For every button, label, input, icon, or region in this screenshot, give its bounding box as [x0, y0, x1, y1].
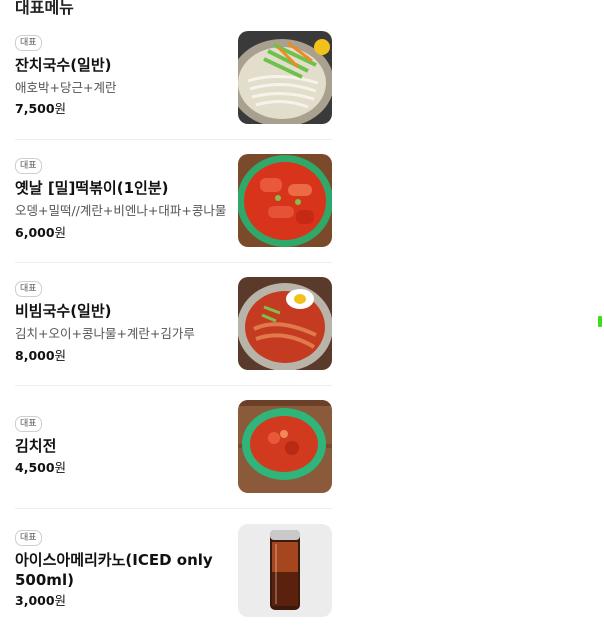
food-photo[interactable]	[238, 154, 332, 247]
price-unit: 원	[54, 101, 67, 116]
signature-badge: 대표	[15, 35, 42, 51]
signature-badge: 대표	[15, 530, 42, 546]
price-unit: 원	[54, 460, 67, 475]
item-name: 비빔국수(일반)	[15, 302, 112, 320]
menu-item-tteokbokki[interactable]: 대표 옛날 [밀]떡볶이(1인분) 오뎅+밀떡//계란+비엔나+대파+콩나물 6…	[15, 140, 332, 263]
price-unit: 원	[54, 593, 67, 608]
food-photo[interactable]	[238, 31, 332, 124]
item-name: 옛날 [밀]떡볶이(1인분)	[15, 179, 169, 197]
signature-badge: 대표	[15, 416, 42, 432]
signature-badge: 대표	[15, 158, 42, 174]
menu-item-janchi-guksu[interactable]: 대표 잔치국수(일반) 애호박+당근+계란 7,500원	[15, 17, 332, 140]
item-description: 김치+오이+콩나물+계란+김가루	[15, 326, 195, 341]
price-value: 8,000	[15, 348, 55, 363]
section-title: 대표메뉴	[15, 0, 74, 17]
menu-item-kimchi-jeon[interactable]: 대표 김치전 4,500원	[15, 386, 332, 509]
item-price: 4,500원	[15, 460, 66, 476]
food-photo[interactable]	[238, 400, 332, 493]
price-value: 6,000	[15, 225, 55, 240]
item-description: 애호박+당근+계란	[15, 80, 117, 95]
signature-badge: 대표	[15, 281, 42, 297]
price-unit: 원	[54, 348, 67, 363]
item-price: 6,000원	[15, 225, 66, 241]
item-name: 아이스아메리카노(ICED only 500ml)	[15, 551, 213, 589]
item-name: 김치전	[15, 437, 57, 455]
item-price: 3,000원	[15, 593, 66, 609]
price-unit: 원	[54, 225, 67, 240]
price-value: 3,000	[15, 593, 55, 608]
item-price: 7,500원	[15, 101, 66, 117]
price-value: 7,500	[15, 101, 55, 116]
food-photo[interactable]	[238, 277, 332, 370]
menu-item-iced-americano[interactable]: 대표 아이스아메리카노(ICED only 500ml) 3,000원	[15, 509, 332, 634]
drink-photo[interactable]	[238, 524, 332, 617]
item-description: 오뎅+밀떡//계란+비엔나+대파+콩나물	[15, 203, 227, 218]
scroll-indicator[interactable]	[598, 316, 602, 327]
item-price: 8,000원	[15, 348, 66, 364]
item-name: 잔치국수(일반)	[15, 56, 112, 74]
menu-item-bibim-guksu[interactable]: 대표 비빔국수(일반) 김치+오이+콩나물+계란+김가루 8,000원	[15, 263, 332, 386]
price-value: 4,500	[15, 460, 55, 475]
